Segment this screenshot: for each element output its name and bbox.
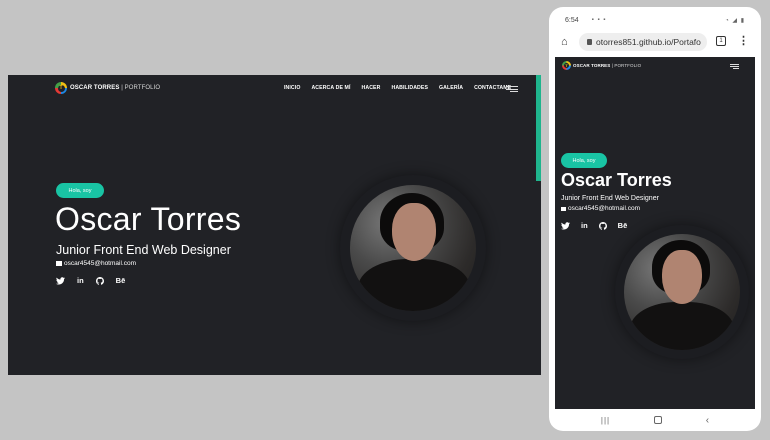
email-text: oscar4545@hotmail.com <box>568 205 640 212</box>
brand-text: OSCAR TORRES | PORTFOLIO <box>70 85 160 91</box>
logo-icon: T <box>55 82 67 94</box>
mobile-preview: 6:54 ▪ ▪ ▪ ◔ ◢ ▮ ⌂ otorres851.github.io/… <box>549 7 761 431</box>
linkedin-icon[interactable]: in <box>581 221 588 230</box>
behance-icon[interactable]: Bē <box>116 276 126 285</box>
more-options-icon[interactable]: ⋮ <box>738 34 749 47</box>
logo-letter: T <box>57 84 65 92</box>
home-icon[interactable]: ⌂ <box>561 36 568 48</box>
back-icon[interactable]: ‹ <box>706 415 709 426</box>
tab-count-button[interactable]: 1 <box>716 36 726 46</box>
scroll-indicator[interactable] <box>536 75 541 181</box>
profile-photo-frame <box>615 225 749 359</box>
github-icon[interactable] <box>95 276 104 285</box>
status-time: 6:54 <box>565 17 579 24</box>
logo-icon: T <box>562 61 571 70</box>
brand-sub: | PORTFOLIO <box>611 63 642 68</box>
hero-role: Junior Front End Web Designer <box>561 195 659 202</box>
envelope-icon <box>56 261 62 266</box>
nav-item-galeria[interactable]: GALERÍA <box>439 85 463 91</box>
hero-name: Oscar Torres <box>561 170 672 190</box>
nav-item-habilidades[interactable]: HABILIDADES <box>391 85 428 91</box>
android-nav-bar: ||| ‹ <box>549 409 761 431</box>
brand-text: OSCAR TORRES | PORTFOLIO <box>573 63 641 68</box>
social-links: in Bē <box>56 276 125 285</box>
desktop-preview: T OSCAR TORRES | PORTFOLIO INICIO ACERCA… <box>8 75 541 375</box>
linkedin-icon[interactable]: in <box>77 276 84 285</box>
recent-apps-icon[interactable]: ||| <box>601 416 610 425</box>
twitter-icon[interactable] <box>561 221 570 230</box>
hero-role: Junior Front End Web Designer <box>56 243 231 257</box>
mobile-brand-logo-link[interactable]: T OSCAR TORRES | PORTFOLIO <box>562 61 641 70</box>
greeting-badge: Hola, soy <box>561 153 607 168</box>
profile-photo <box>350 185 476 311</box>
profile-photo-frame <box>340 175 486 321</box>
status-bar: 6:54 ▪ ▪ ▪ ◔ ◢ ▮ <box>549 7 761 29</box>
twitter-icon[interactable] <box>56 276 65 285</box>
greeting-badge: Hola, soy <box>56 183 104 198</box>
email-text: oscar4545@hotmail.com <box>64 260 136 267</box>
logo-letter: T <box>564 63 569 68</box>
social-links: in Bē <box>561 221 627 230</box>
home-button-icon[interactable] <box>653 416 662 424</box>
notification-icons: ▪ ▪ ▪ <box>581 17 607 23</box>
email-link[interactable]: oscar4545@hotmail.com <box>56 260 136 267</box>
brand-name: OSCAR TORRES <box>70 85 120 91</box>
menu-icon[interactable] <box>506 86 518 92</box>
mobile-menu-icon[interactable] <box>730 64 739 70</box>
lock-icon <box>587 39 592 45</box>
hero-name: Oscar Torres <box>55 201 242 237</box>
email-link[interactable]: oscar4545@hotmail.com <box>561 205 640 212</box>
main-nav: INICIO ACERCA DE MÍ HACER HABILIDADES GA… <box>284 85 511 91</box>
address-bar[interactable]: otorres851.github.io/Portafo <box>579 33 707 51</box>
brand-sub: | PORTFOLIO <box>121 85 161 91</box>
signal-battery-icons: ◔ ◢ ▮ <box>725 18 745 24</box>
behance-icon[interactable]: Bē <box>618 221 628 230</box>
nav-item-inicio[interactable]: INICIO <box>284 85 300 91</box>
nav-item-acerca[interactable]: ACERCA DE MÍ <box>311 85 350 91</box>
mobile-page: T OSCAR TORRES | PORTFOLIO Hola, soy Osc… <box>555 57 755 409</box>
browser-toolbar: ⌂ otorres851.github.io/Portafo 1 ⋮ <box>549 31 761 53</box>
github-icon[interactable] <box>598 221 607 230</box>
profile-photo <box>624 234 740 350</box>
url-text: otorres851.github.io/Portafo <box>596 37 701 47</box>
brand-name: OSCAR TORRES <box>573 63 611 68</box>
brand-logo-link[interactable]: T OSCAR TORRES | PORTFOLIO <box>55 82 160 94</box>
envelope-icon <box>561 206 566 211</box>
nav-item-hacer[interactable]: HACER <box>362 85 381 91</box>
